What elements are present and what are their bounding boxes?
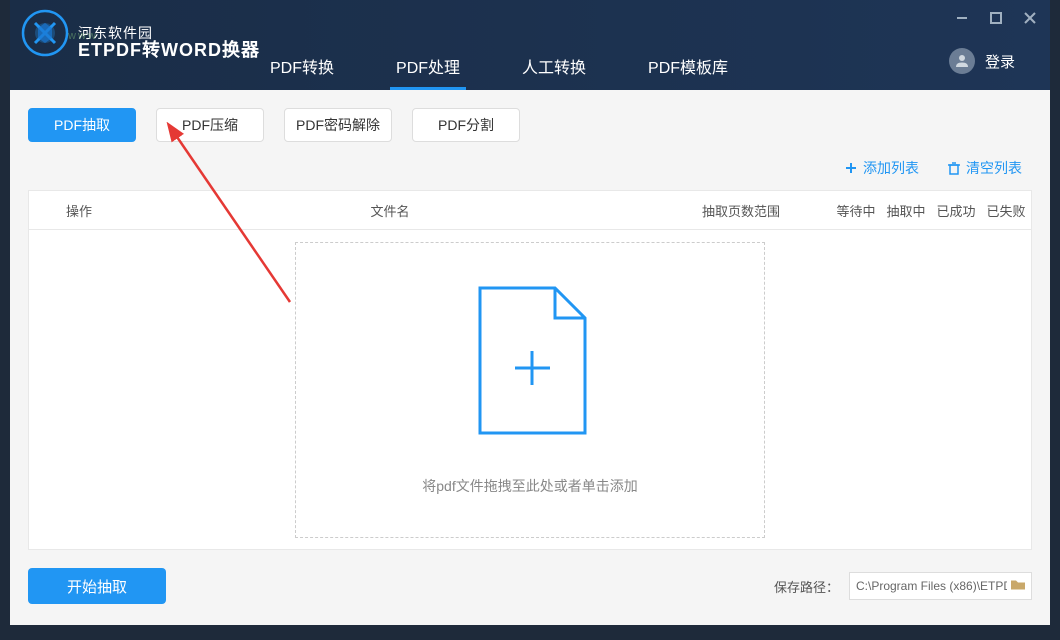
minimize-button[interactable] bbox=[954, 10, 970, 26]
th-filename: 文件名 bbox=[129, 201, 651, 220]
maximize-button[interactable] bbox=[988, 10, 1004, 26]
th-failed: 已失败 bbox=[981, 201, 1031, 220]
drop-zone-text: 将pdf文件拖拽至此处或者单击添加 bbox=[422, 476, 637, 496]
tab-manual-convert[interactable]: 人工转换 bbox=[522, 54, 586, 90]
clear-list-button[interactable]: 清空列表 bbox=[947, 158, 1022, 178]
login-button[interactable]: 登录 bbox=[949, 48, 1015, 74]
file-add-icon bbox=[465, 283, 595, 448]
close-button[interactable] bbox=[1022, 10, 1038, 26]
app-title: ETPDF转WORD换器 bbox=[78, 36, 260, 62]
th-extracting: 抽取中 bbox=[881, 201, 931, 220]
add-list-label: 添加列表 bbox=[863, 158, 919, 178]
tab-pdf-templates[interactable]: PDF模板库 bbox=[648, 54, 728, 90]
tab-pdf-process[interactable]: PDF处理 bbox=[396, 54, 460, 90]
start-extract-button[interactable]: 开始抽取 bbox=[28, 568, 166, 604]
main-tabs: PDF转换 PDF处理 人工转换 PDF模板库 bbox=[270, 54, 728, 90]
subtab-pdf-extract[interactable]: PDF抽取 bbox=[28, 108, 136, 142]
avatar-icon bbox=[949, 48, 975, 74]
app-window: 河东软件园 www ETPDF转WORD换器 登录 PDF转换 PDF处理 bbox=[10, 0, 1050, 625]
titlebar: 河东软件园 www ETPDF转WORD换器 登录 PDF转换 PDF处理 bbox=[10, 0, 1050, 90]
subtab-pdf-compress[interactable]: PDF压缩 bbox=[156, 108, 264, 142]
table-header: 操作 文件名 抽取页数范围 等待中 抽取中 已成功 已失败 bbox=[28, 190, 1032, 230]
subtab-pdf-split[interactable]: PDF分割 bbox=[412, 108, 520, 142]
th-waiting: 等待中 bbox=[831, 201, 881, 220]
sub-tabs: PDF抽取 PDF压缩 PDF密码解除 PDF分割 bbox=[28, 108, 1032, 142]
login-text: 登录 bbox=[985, 51, 1015, 72]
tab-pdf-convert[interactable]: PDF转换 bbox=[270, 54, 334, 90]
th-success: 已成功 bbox=[931, 201, 981, 220]
content-area: PDF抽取 PDF压缩 PDF密码解除 PDF分割 添加列表 清空列表 操作 文… bbox=[10, 90, 1050, 625]
clear-list-label: 清空列表 bbox=[966, 158, 1022, 178]
add-list-button[interactable]: 添加列表 bbox=[844, 158, 919, 178]
window-controls bbox=[954, 10, 1038, 26]
bottom-bar: 开始抽取 保存路径： bbox=[28, 568, 1032, 604]
drop-zone-container: 将pdf文件拖拽至此处或者单击添加 bbox=[28, 230, 1032, 550]
folder-browse-icon[interactable] bbox=[1010, 578, 1026, 595]
plus-icon bbox=[844, 161, 858, 175]
save-path-label: 保存路径： bbox=[774, 577, 839, 596]
save-path-area: 保存路径： bbox=[774, 572, 1032, 600]
subtab-pdf-password-remove[interactable]: PDF密码解除 bbox=[284, 108, 392, 142]
save-path-input[interactable] bbox=[849, 572, 1032, 600]
list-actions: 添加列表 清空列表 bbox=[28, 158, 1032, 178]
th-operation: 操作 bbox=[29, 201, 129, 220]
drop-zone[interactable]: 将pdf文件拖拽至此处或者单击添加 bbox=[295, 242, 765, 538]
logo-icon bbox=[20, 8, 70, 58]
th-page-range: 抽取页数范围 bbox=[651, 201, 831, 220]
trash-icon bbox=[947, 161, 961, 175]
